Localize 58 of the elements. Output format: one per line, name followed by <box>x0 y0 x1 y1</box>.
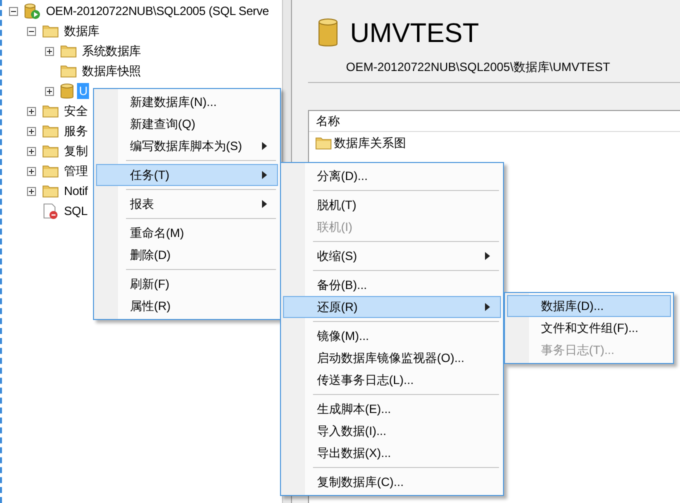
folder-icon <box>42 144 59 158</box>
expand-icon[interactable] <box>27 126 36 136</box>
expand-icon[interactable] <box>45 46 54 56</box>
folder-icon <box>42 124 59 138</box>
database-icon <box>60 82 74 100</box>
expand-icon[interactable] <box>27 106 36 116</box>
folder-icon <box>315 136 332 150</box>
server-icon <box>24 2 41 20</box>
menu-item[interactable]: 生成脚本(E)... <box>283 398 501 420</box>
menu-item[interactable]: 复制数据库(C)... <box>283 471 501 493</box>
tree-item[interactable]: 服务 <box>62 122 90 140</box>
folder-icon <box>42 24 59 38</box>
expand-icon[interactable] <box>45 86 54 96</box>
tree-item[interactable]: Notif <box>62 183 90 199</box>
tree-item[interactable]: 复制 <box>62 142 90 160</box>
menu-item[interactable]: 重命名(M) <box>96 222 278 244</box>
database-icon <box>318 18 338 48</box>
menu-item[interactable]: 导入数据(I)... <box>283 420 501 442</box>
menu-item[interactable]: 刷新(F) <box>96 273 278 295</box>
folder-icon <box>60 44 77 58</box>
folder-icon <box>42 104 59 118</box>
list-item[interactable]: 数据库关系图 <box>334 134 406 152</box>
collapse-icon[interactable] <box>27 26 36 36</box>
menu-item[interactable]: 报表 <box>96 193 278 215</box>
expand-icon[interactable] <box>27 146 36 156</box>
menu-item[interactable]: 属性(R) <box>96 295 278 317</box>
menu-item[interactable]: 新建查询(Q) <box>96 113 278 135</box>
menu-item[interactable]: 导出数据(X)... <box>283 442 501 464</box>
menu-item[interactable]: 任务(T) <box>96 164 278 186</box>
agent-icon <box>42 202 59 220</box>
folder-icon <box>42 164 59 178</box>
database-title: UMVTEST <box>350 18 480 48</box>
menu-item[interactable]: 启动数据库镜像监视器(O)... <box>283 347 501 369</box>
expand-icon[interactable] <box>27 186 36 196</box>
menu-item[interactable]: 删除(D) <box>96 244 278 266</box>
collapse-icon[interactable] <box>9 6 18 16</box>
menu-item[interactable]: 镜像(M)... <box>283 325 501 347</box>
menu-item[interactable]: 脱机(T) <box>283 194 501 216</box>
menu-item[interactable]: 数据库(D)... <box>507 295 671 317</box>
object-path: OEM-20120722NUB\SQL2005\数据库\UMVTEST <box>345 59 612 76</box>
folder-icon <box>60 64 77 78</box>
menu-item[interactable]: 还原(R) <box>283 296 501 318</box>
menu-item[interactable]: 收缩(S) <box>283 245 501 267</box>
tree-item[interactable]: 安全 <box>62 102 90 120</box>
tree-item[interactable]: 系统数据库 <box>80 42 144 60</box>
menu-item[interactable]: 分离(D)... <box>283 165 501 187</box>
tree-item[interactable]: OEM-20120722NUB\SQL2005 (SQL Serve <box>44 3 271 19</box>
menu-item[interactable]: 编写数据库脚本为(S) <box>96 135 278 157</box>
expand-icon[interactable] <box>27 166 36 176</box>
tree-item[interactable]: SQL <box>62 203 90 219</box>
folder-icon <box>42 184 59 198</box>
menu-item[interactable]: 备份(B)... <box>283 274 501 296</box>
tree-item[interactable]: 数据库 <box>62 22 102 40</box>
menu-item[interactable]: 传送事务日志(L)... <box>283 369 501 391</box>
menu-item[interactable]: 新建数据库(N)... <box>96 91 278 113</box>
menu-item[interactable]: 文件和文件组(F)... <box>507 317 671 339</box>
tree-item[interactable]: 管理 <box>62 162 90 180</box>
tree-item[interactable]: 数据库快照 <box>80 62 144 80</box>
